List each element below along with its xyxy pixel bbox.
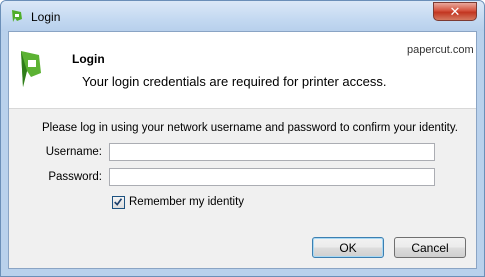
cancel-button[interactable]: Cancel (394, 237, 466, 258)
title-bar[interactable]: Login ✕ (1, 1, 484, 31)
papercut-logo-icon (21, 51, 41, 87)
close-button[interactable]: ✕ (433, 2, 477, 21)
brand-text: papercut.com (407, 44, 474, 56)
remember-checkbox[interactable] (112, 196, 125, 209)
remember-label[interactable]: Remember my identity (129, 196, 244, 208)
dialog-header: Login papercut.com Your login credential… (9, 32, 476, 109)
close-icon: ✕ (449, 4, 461, 19)
dialog-body: Login papercut.com Your login credential… (8, 31, 477, 269)
login-window: Login ✕ Login papercut.com Your login cr… (0, 0, 485, 277)
window-title: Login (31, 10, 61, 24)
header-title: Login (72, 52, 105, 66)
header-message: Your login credentials are required for … (82, 74, 387, 89)
papercut-app-icon (12, 10, 22, 22)
checkmark-icon (114, 198, 123, 206)
ok-button[interactable]: OK (312, 237, 384, 258)
password-input[interactable] (109, 168, 435, 186)
instruction-text: Please log in using your network usernam… (42, 122, 458, 134)
username-input[interactable] (109, 143, 435, 161)
username-label: Username: (45, 146, 102, 158)
password-label: Password: (48, 171, 102, 183)
